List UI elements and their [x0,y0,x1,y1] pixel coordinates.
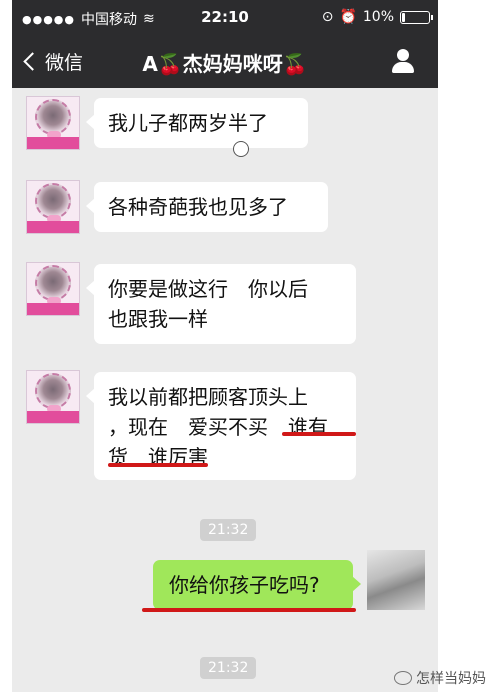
contact-avatar[interactable] [26,96,80,150]
battery-icon [400,10,433,24]
red-underline-mark [282,432,356,436]
chat-header: 微信 A🍒杰妈妈咪呀🍒 [12,36,438,88]
message-text: 我儿子都两岁半了 [108,111,268,135]
message-text-line: 也跟我一样 [108,307,208,331]
battery-percent: 10% [362,9,394,25]
watermark: 怎样当妈妈 [394,668,486,688]
contact-avatar[interactable] [26,180,80,234]
red-underline-mark [108,463,208,467]
title-prefix: A [142,52,158,76]
phone-screen: ●●●●● 中国移动 ≋ 22:10 ⊙ ⏰ 10% 微信 A🍒杰妈妈咪呀🍒 我… [12,0,438,692]
red-underline-mark [142,608,356,612]
message-text-line: 我以前都把顾客顶头上 [108,385,308,409]
status-bar: ●●●●● 中国移动 ≋ 22:10 ⊙ ⏰ 10% [12,0,438,36]
message-text: 各种奇葩我也见多了 [108,195,288,219]
battery-fill [402,12,405,22]
alarm-icon: ⏰ [339,9,357,25]
profile-icon[interactable] [390,49,416,75]
message-text: 你给你孩子吃吗? [169,573,320,597]
timestamp: 21:32 [200,519,257,541]
rotation-lock-icon: ⊙ [321,9,334,25]
my-avatar[interactable] [367,550,425,610]
wechat-logo-icon [394,671,412,685]
contact-avatar[interactable] [26,370,80,424]
cherry-icon: 🍒 [282,52,308,76]
message-bubble[interactable]: 我儿子都两岁半了 [86,98,308,148]
message-bubble[interactable]: 各种奇葩我也见多了 [86,182,328,232]
message-text-line: 货 谁厉害 [108,445,208,469]
message-text-line: ，现在 爱买不买 谁有 [108,415,328,439]
watermark-text: 怎样当妈妈 [416,671,486,687]
circle-icon [233,141,249,157]
message-bubble[interactable]: 你要是做这行 你以后 也跟我一样 [86,264,356,344]
contact-name: 杰妈妈咪呀 [182,52,283,76]
cherry-icon: 🍒 [157,52,183,76]
contact-avatar[interactable] [26,262,80,316]
timestamp: 21:32 [200,657,257,679]
message-text-line: 你要是做这行 你以后 [108,277,308,301]
sent-message-bubble[interactable]: 你给你孩子吃吗? [153,560,361,610]
chat-title: A🍒杰妈妈咪呀🍒 [12,48,438,77]
